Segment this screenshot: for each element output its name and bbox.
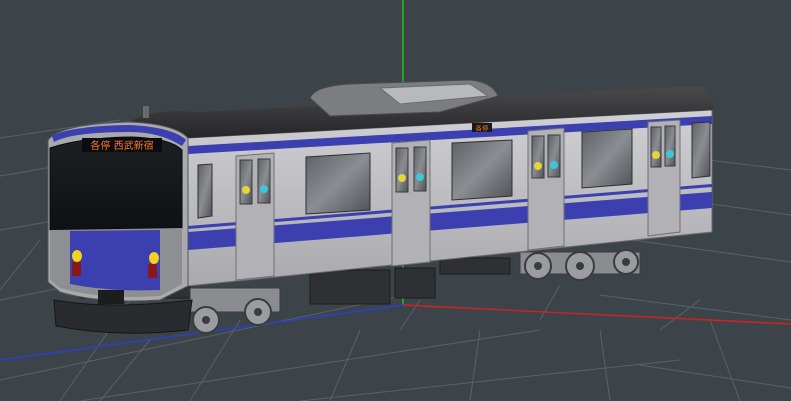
rear-bogie bbox=[519, 249, 641, 281]
right-headlight bbox=[149, 252, 159, 264]
front-skirt bbox=[53, 299, 193, 334]
cab-blue-panel bbox=[70, 230, 160, 291]
right-taillight bbox=[148, 264, 157, 278]
left-taillight bbox=[72, 262, 81, 276]
3d-viewport[interactable]: 各停 各停 西武新宿 bbox=[0, 0, 791, 401]
front-bogie bbox=[189, 287, 281, 334]
destination-sign-text: 各停 西武新宿 bbox=[90, 139, 153, 152]
scene-canvas[interactable]: 各停 各停 西武新宿 bbox=[0, 0, 791, 401]
train-model[interactable]: 各停 各停 西武新宿 bbox=[47, 79, 714, 334]
left-headlight bbox=[72, 250, 82, 262]
antenna bbox=[143, 106, 149, 118]
side-indicator-text: 各停 bbox=[476, 124, 490, 133]
x-axis-line bbox=[402, 304, 791, 325]
coupler bbox=[98, 290, 124, 304]
